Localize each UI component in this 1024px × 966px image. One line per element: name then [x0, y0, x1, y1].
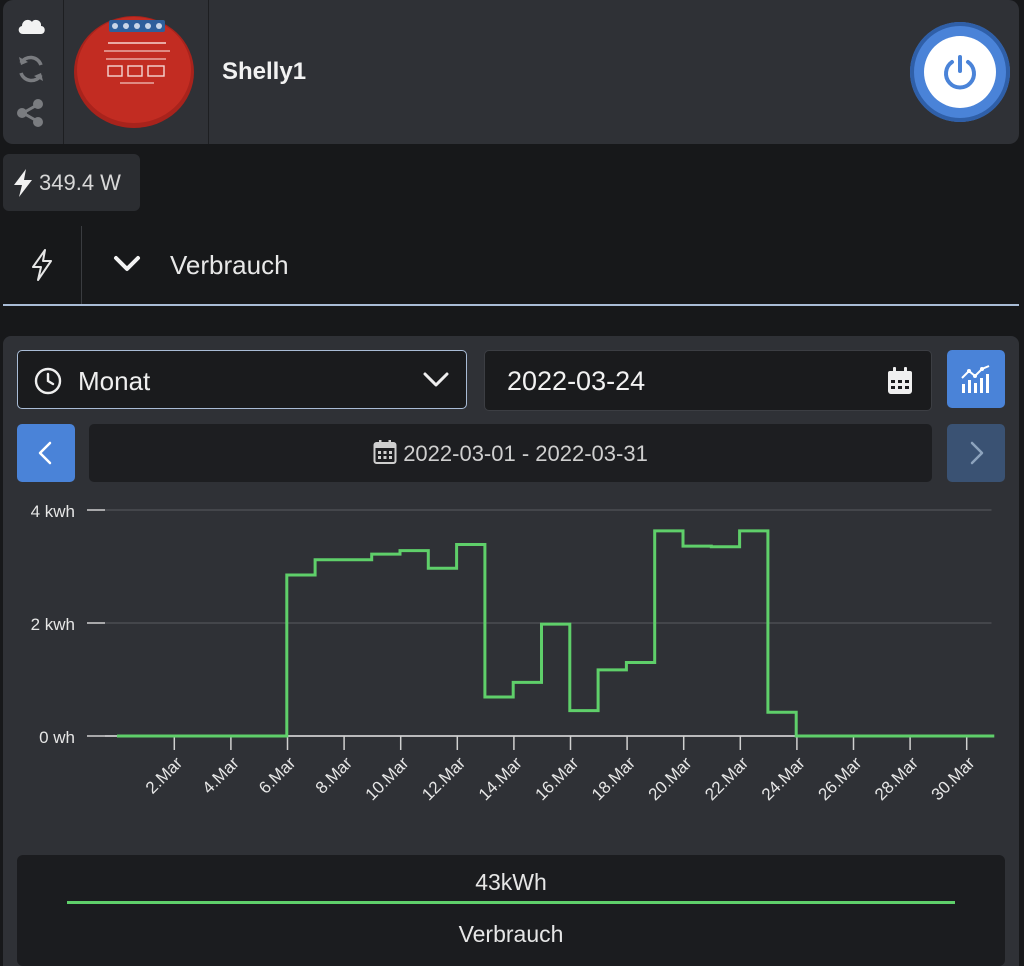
date-range-inner: 2022-03-01 - 2022-03-31: [89, 439, 932, 467]
series-line-verbrauch: [117, 529, 995, 738]
chevron-right-icon: [970, 441, 984, 465]
line-chart-icon: [961, 365, 990, 393]
consumption-chart-card: Monat 2022-03-24 2022-03-01 - 2022-03-31…: [3, 336, 1019, 966]
consumption-chart: 0 wh 2 kwh 4 kwh 2.Mar 4.Mar 6.Mar 8.Mar 10.Mar…: [31, 502, 995, 804]
power-icon: [944, 55, 976, 90]
chart-type-button[interactable]: [947, 350, 1005, 408]
x-tick-label: 26.Mar: [814, 753, 865, 804]
bolt-outline-icon: [32, 249, 52, 281]
power-toggle-button[interactable]: [910, 22, 1010, 122]
chevron-left-icon: [38, 441, 52, 465]
x-tick-label: 30.Mar: [928, 753, 979, 804]
x-tick-label: 18.Mar: [588, 753, 639, 804]
date-input-value: 2022-03-24: [507, 366, 646, 396]
series-legend-label[interactable]: Verbrauch: [17, 921, 1005, 948]
y-tick-label: 0 wh: [39, 728, 75, 747]
refresh-icon[interactable]: [15, 53, 47, 85]
date-input[interactable]: 2022-03-24: [484, 350, 932, 411]
calendar-icon: [373, 440, 397, 464]
date-range-text: 2022-03-01 - 2022-03-31: [403, 441, 648, 466]
section-icon-cell: [3, 226, 82, 304]
date-range-display: 2022-03-01 - 2022-03-31: [89, 424, 932, 482]
bolt-icon: [12, 168, 34, 203]
calendar-icon[interactable]: [887, 367, 913, 400]
power-reading-badge: 349.4 W: [3, 154, 140, 211]
x-tick-label: 6.Mar: [255, 753, 299, 797]
x-tick-label: 24.Mar: [758, 753, 809, 804]
cloud-icon[interactable]: [15, 12, 47, 44]
series-total: 43kWh: [475, 869, 547, 895]
period-select[interactable]: Monat: [17, 350, 467, 409]
y-tick-label: 4 kwh: [31, 502, 75, 521]
section-title: Verbrauch: [170, 250, 289, 280]
x-tick-label: 20.Mar: [645, 753, 696, 804]
previous-period-button[interactable]: [17, 424, 75, 482]
chevron-down-icon[interactable]: [113, 254, 141, 279]
x-tick-label: 14.Mar: [475, 753, 526, 804]
device-card: Shelly1: [3, 0, 1019, 144]
clock-icon: [34, 367, 62, 400]
x-tick-label: 8.Mar: [312, 753, 356, 797]
chart-summary-legend: 43kWh Verbrauch: [17, 855, 1005, 966]
next-period-button[interactable]: [947, 424, 1005, 482]
shelly-device-picture: [74, 16, 194, 128]
chevron-down-icon: [422, 371, 450, 394]
y-tick-label: 2 kwh: [31, 615, 75, 634]
series-color-line: [67, 901, 955, 904]
device-name: Shelly1: [222, 58, 307, 85]
x-tick-label: 12.Mar: [418, 753, 469, 804]
current-power-value: 349.4 W: [39, 170, 121, 195]
period-select-value: Monat: [78, 366, 151, 396]
x-tick-label: 10.Mar: [362, 753, 413, 804]
x-tick-label: 22.Mar: [701, 753, 752, 804]
x-tick-label: 28.Mar: [871, 753, 922, 804]
x-tick-label: 2.Mar: [142, 753, 186, 797]
device-image: [64, 0, 209, 144]
share-icon[interactable]: [15, 98, 47, 130]
x-tick-label: 4.Mar: [199, 753, 243, 797]
consumption-section-header: Verbrauch: [3, 226, 1019, 306]
device-status-icons: [3, 0, 64, 144]
x-tick-label: 16.Mar: [531, 753, 582, 804]
